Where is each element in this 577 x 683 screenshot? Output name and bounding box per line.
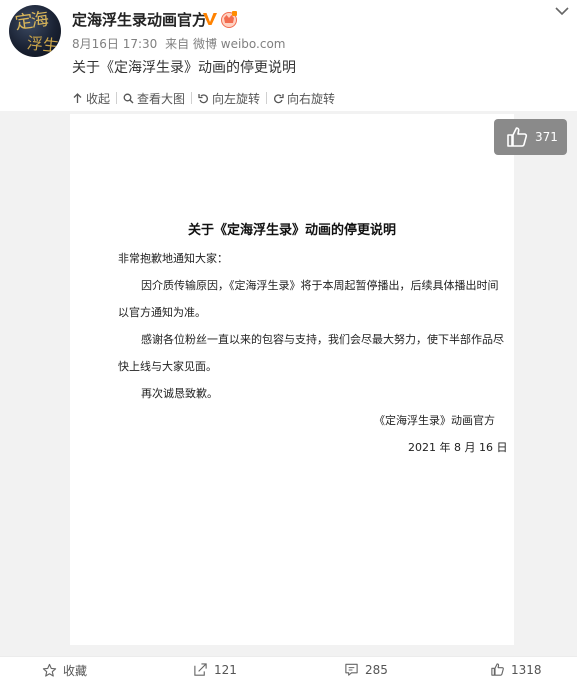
repost-icon xyxy=(194,663,207,676)
announcement-paragraph-2-line-1: 感谢各位粉丝一直以来的包容与支持，我们会尽最大努力，使下半部作品尽 xyxy=(141,333,504,346)
announcement-title: 关于《定海浮生录》动画的停更说明 xyxy=(187,223,396,238)
announcement-paragraph-1-line-1: 因介质传输原因，《定海浮生录》将于本周起暂停播出，后续具体播出时间 xyxy=(141,279,499,292)
avatar-art-2: 浮生 xyxy=(25,33,60,56)
collapse-label: 收起 xyxy=(86,91,111,106)
post-time[interactable]: 8月16日 17:30 xyxy=(72,37,157,51)
comment-icon xyxy=(345,663,358,676)
comment-button[interactable]: 285 xyxy=(344,662,388,677)
announcement-image[interactable]: 关于《定海浮生录》动画的停更说明 非常抱歉地通知大家： 因介质传输原因，《定海浮… xyxy=(70,114,514,645)
announcement-greeting: 非常抱歉地通知大家： xyxy=(118,252,228,265)
star-icon xyxy=(42,663,57,677)
vip-icon[interactable] xyxy=(220,10,238,28)
view-large-label: 查看大图 xyxy=(137,91,186,106)
thumbs-up-icon xyxy=(507,127,528,147)
image-like-count: 371 xyxy=(535,130,558,144)
announcement-apology: 再次诚恳致歉。 xyxy=(141,387,218,400)
like-count: 1318 xyxy=(511,662,542,677)
collapse-button[interactable]: 收起 xyxy=(66,88,116,108)
image-toolbar: 收起 查看大图 向左旋转 向右旋转 xyxy=(66,88,341,108)
favorite-button[interactable]: 收藏 xyxy=(42,662,87,679)
comment-count: 285 xyxy=(365,662,388,677)
announcement-date: 2021 年 8 月 16 日 xyxy=(408,441,508,454)
like-button[interactable]: 1318 xyxy=(490,662,542,677)
rotate-left-button[interactable]: 向左旋转 xyxy=(192,88,266,108)
magnifier-icon xyxy=(123,93,134,103)
rotate-left-icon xyxy=(198,93,209,103)
post-source: 来自 微博 weibo.com xyxy=(165,37,286,51)
announcement-paragraph-1-line-2: 以官方通知为准。 xyxy=(118,306,206,319)
announcement-paragraph-2-line-2: 快上线与大家见面。 xyxy=(118,360,217,373)
action-bar: 收藏 121 285 1318 xyxy=(0,656,577,683)
view-large-button[interactable]: 查看大图 xyxy=(117,88,191,108)
username[interactable]: 定海浮生录动画官方 xyxy=(72,9,207,30)
image-like-button[interactable]: 371 xyxy=(494,119,567,155)
announcement-signature: 《定海浮生录》动画官方 xyxy=(374,414,495,427)
rotate-right-icon xyxy=(274,93,284,103)
rotate-right-button[interactable]: 向右旋转 xyxy=(267,88,341,108)
rotate-right-label: 向右旋转 xyxy=(287,91,336,106)
avatar[interactable]: 定海 浮生 xyxy=(9,5,61,57)
post-meta: 8月16日 17:30 来自 微博 weibo.com xyxy=(72,35,290,52)
repost-button[interactable]: 121 xyxy=(193,662,237,677)
image-viewer: 关于《定海浮生录》动画的停更说明 非常抱歉地通知大家： 因介质传输原因，《定海浮… xyxy=(0,111,577,656)
chevron-down-icon[interactable] xyxy=(553,4,571,18)
thumbs-up-icon xyxy=(491,663,504,676)
rotate-left-label: 向左旋转 xyxy=(212,91,261,106)
post-text: 关于《定海浮生录》动画的停更说明 xyxy=(72,60,296,76)
verified-icon xyxy=(203,13,217,25)
favorite-label: 收藏 xyxy=(63,664,88,678)
collapse-icon xyxy=(73,92,82,103)
repost-count: 121 xyxy=(214,662,237,677)
